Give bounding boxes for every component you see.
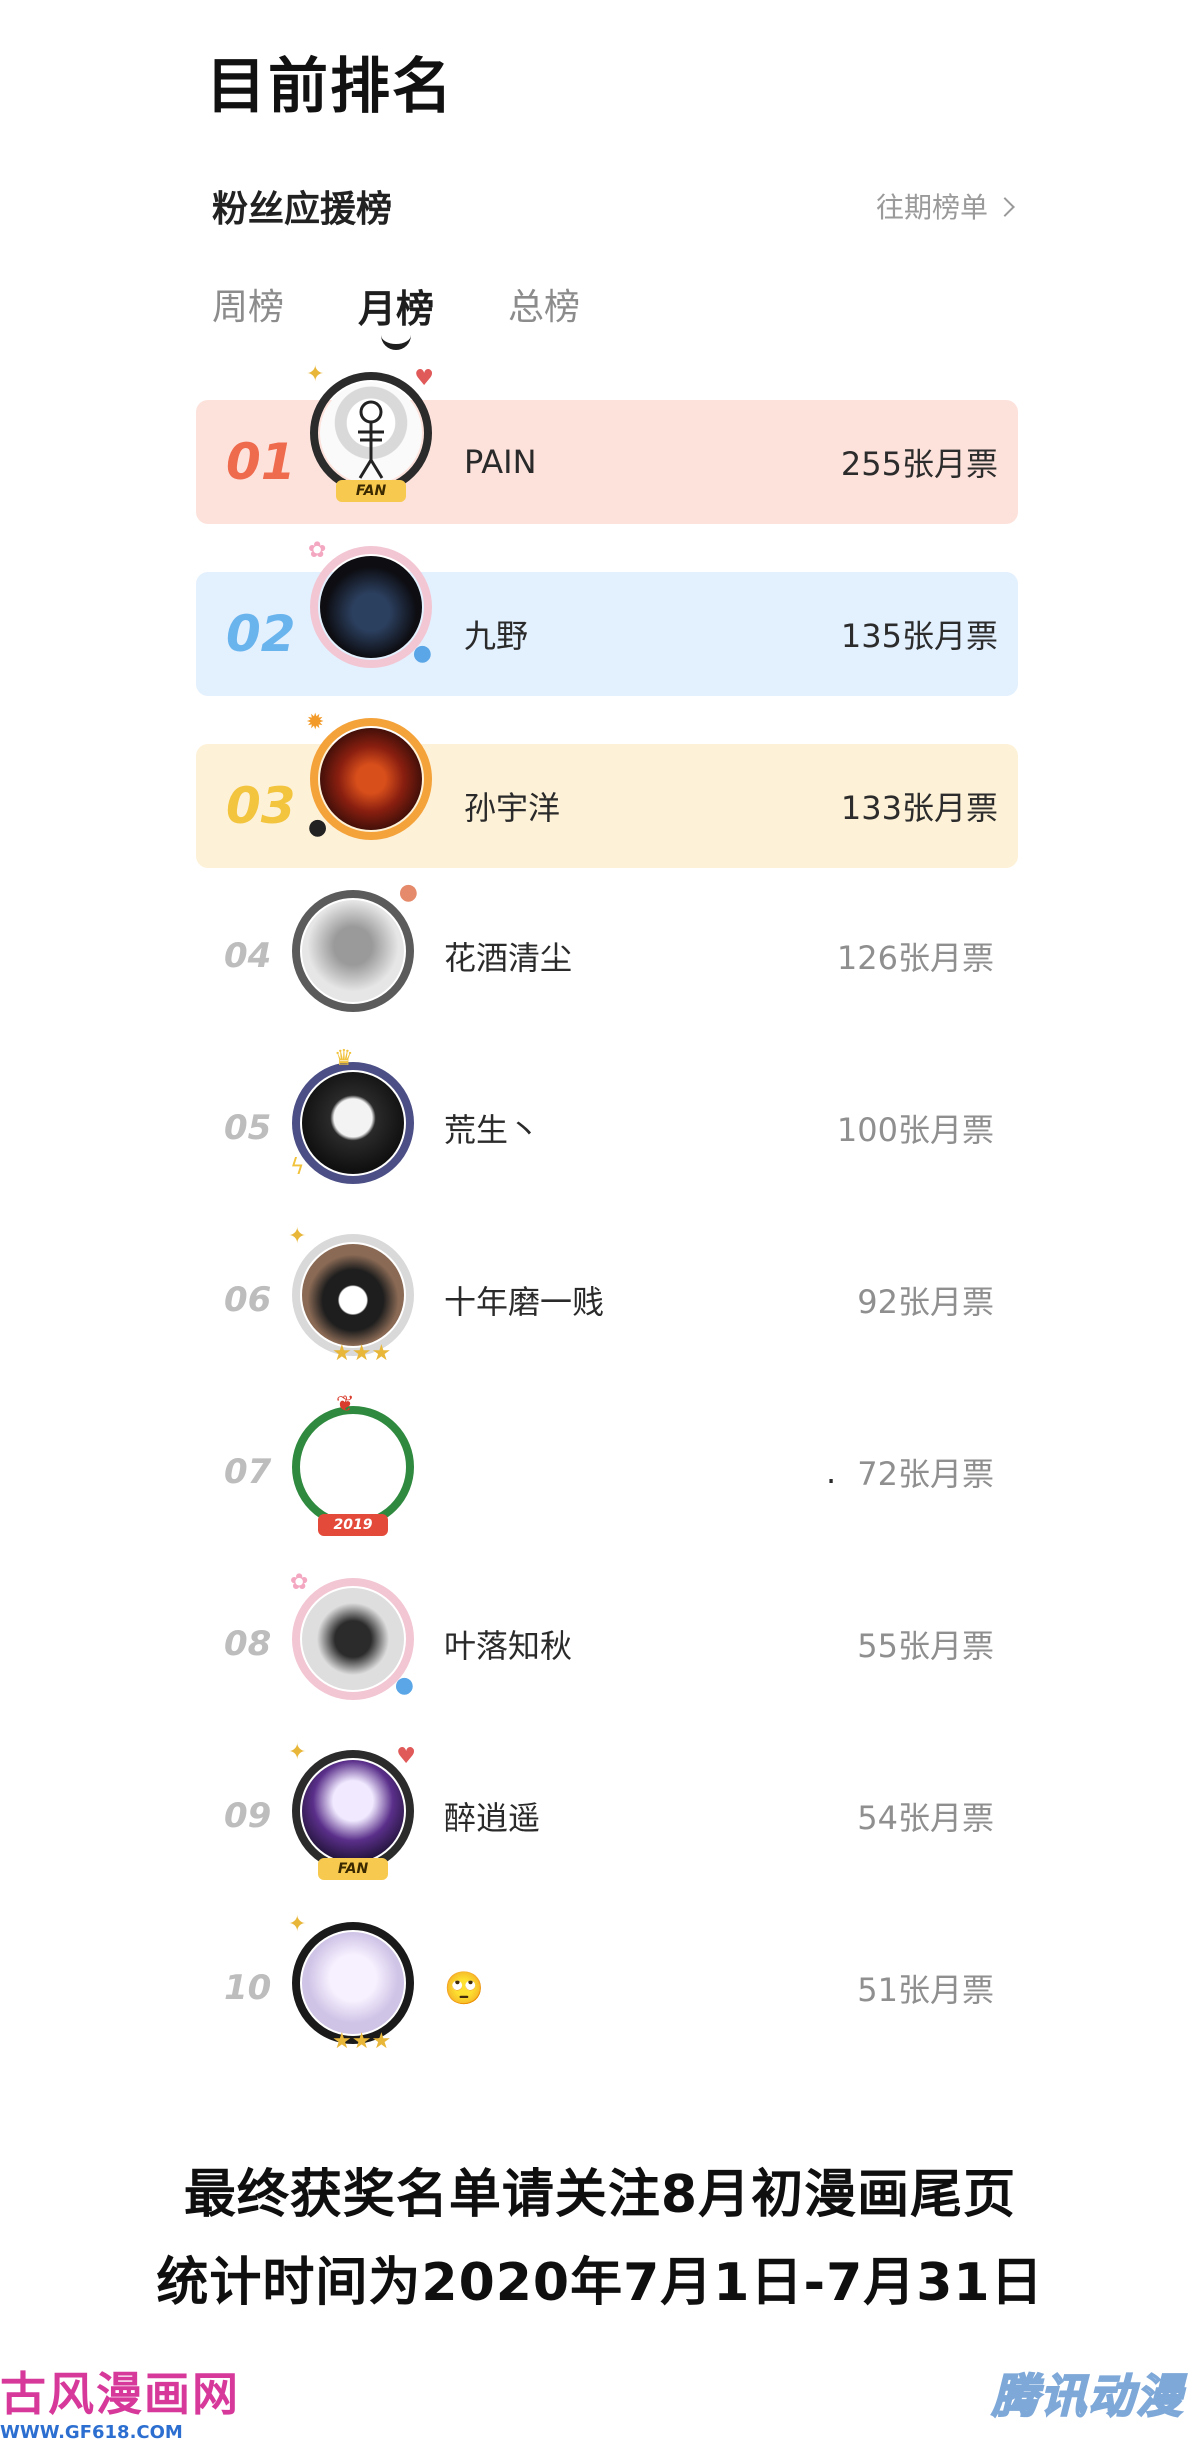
lightning-icon: ϟ: [290, 1155, 305, 1180]
heart-icon: ♥: [396, 1744, 416, 1769]
avatar[interactable]: ✿ ●: [306, 538, 436, 672]
rank-row-7[interactable]: 07 2019 ❦ . 72张月票: [196, 1392, 1018, 1536]
fan-badge: FAN: [318, 1858, 388, 1880]
watermark-right: 腾讯动漫: [991, 2368, 1184, 2424]
vote-count: 55张月票: [857, 1627, 994, 1665]
year-badge: 2019: [318, 1514, 388, 1536]
user-name[interactable]: 荒生丶: [444, 1105, 540, 1151]
rank-number: 07: [224, 1452, 272, 1492]
active-tab-indicator: [381, 330, 412, 350]
history-board-label: 往期榜单: [875, 191, 988, 224]
fan-badge: FAN: [336, 480, 406, 502]
avatar[interactable]: ✦ ★★★: [288, 1224, 418, 1366]
user-name[interactable]: 叶落知秋: [444, 1621, 572, 1667]
rank-row-4[interactable]: 04 ● 花酒清尘 126张月票: [196, 880, 1018, 1018]
user-name[interactable]: 花酒清尘: [444, 933, 572, 979]
star-icon: ✦: [288, 1740, 307, 1765]
rank-row-3[interactable]: 03 ✹ ● 孙宇洋 133张月票: [196, 710, 1018, 868]
tab-monthly[interactable]: 月榜: [358, 278, 435, 350]
avatar[interactable]: ✹ ●: [306, 710, 436, 844]
penguin-frame: [292, 1922, 414, 2044]
user-name[interactable]: 九野: [464, 611, 528, 657]
stars-icon: ★★★: [332, 2029, 392, 2054]
user-name[interactable]: PAIN: [464, 443, 537, 481]
avatar[interactable]: 2019 ❦: [288, 1392, 418, 1536]
vote-count: 72张月票: [857, 1455, 994, 1493]
avatar[interactable]: ✦ ★★★: [288, 1912, 418, 2054]
rank-number: 08: [224, 1624, 272, 1664]
footer-notice: 最终获奖名单请关注8月初漫画尾页: [183, 2165, 1017, 2225]
rank-number: 01: [226, 433, 296, 491]
rank-number: 05: [224, 1108, 272, 1148]
watermark-left: 古风漫画网 WWW.GF618.COM: [0, 2358, 240, 2443]
rank-row-9[interactable]: 09 FAN ✦ ♥ 醉逍遥 54张月票: [196, 1740, 1018, 1880]
avatar[interactable]: ✿ ●: [288, 1570, 418, 1704]
vote-count: 92张月票: [857, 1283, 994, 1321]
chevron-right-icon: [995, 197, 1015, 217]
rank-row-10[interactable]: 10 ✦ ★★★ 🙄 51张月票: [196, 1912, 1018, 2054]
footer-period: 统计时间为2020年7月1日-7月31日: [156, 2253, 1044, 2313]
vote-count: 54张月票: [857, 1799, 994, 1837]
page-title: 目前排名: [206, 52, 454, 122]
history-board-link[interactable]: 往期榜单: [875, 186, 1015, 226]
wreath-frame: [292, 1406, 414, 1528]
vote-count: 126张月票: [836, 939, 994, 977]
avatar-frame: [292, 890, 414, 1012]
user-name[interactable]: 十年磨一贱: [444, 1277, 604, 1323]
tab-bar: 周榜 月榜 总榜: [212, 278, 580, 350]
vote-count: 135张月票: [840, 617, 998, 655]
stars-icon: ★★★: [332, 1341, 392, 1366]
tab-total[interactable]: 总榜: [508, 278, 580, 333]
tab-monthly-label: 月榜: [358, 287, 435, 331]
star-icon: ✦: [306, 362, 325, 387]
vote-count: 133张月票: [840, 789, 998, 827]
rank-number: 06: [224, 1280, 272, 1320]
rank-number: 04: [224, 936, 272, 976]
crown-icon: ♛: [334, 1046, 354, 1071]
rank-row-1[interactable]: 01 FAN ✦ ♥ PAIN 255张月票: [196, 362, 1018, 524]
vote-count: 255张月票: [840, 445, 998, 483]
penguin-icon: ●: [394, 1673, 414, 1698]
blossom-icon: ✿: [290, 1570, 309, 1595]
user-name[interactable]: 孙宇洋: [464, 783, 560, 829]
board-title: 粉丝应援榜: [212, 189, 393, 230]
flame-icon: ✹: [306, 710, 325, 735]
avatar[interactable]: ●: [288, 880, 418, 1016]
star-icon: ✦: [288, 1224, 307, 1249]
rank-number: 10: [224, 1968, 272, 2008]
penguin-icon: ●: [308, 815, 328, 840]
avatar[interactable]: ♛ ϟ: [288, 1046, 418, 1188]
rank-number: 03: [226, 777, 296, 835]
rank-number: 02: [226, 605, 296, 663]
heart-icon: ♥: [414, 366, 434, 391]
rank-row-8[interactable]: 08 ✿ ● 叶落知秋 55张月票: [196, 1570, 1018, 1706]
avatar[interactable]: FAN ✦ ♥: [288, 1740, 418, 1880]
watermark-title: 古风漫画网: [0, 2367, 240, 2421]
vote-count: 51张月票: [857, 1971, 994, 2009]
avatar[interactable]: FAN ✦ ♥: [306, 362, 436, 502]
user-name[interactable]: .: [826, 1453, 836, 1491]
rank-row-5[interactable]: 05 ♛ ϟ 荒生丶 100张月票: [196, 1046, 1018, 1190]
rank-row-6[interactable]: 06 ✦ ★★★ 十年磨一贱 92张月票: [196, 1224, 1018, 1366]
user-name[interactable]: 🙄: [444, 1969, 484, 2007]
user-name[interactable]: 醉逍遥: [444, 1793, 540, 1839]
avatar-frame: [310, 718, 432, 840]
vote-count: 100张月票: [836, 1111, 994, 1149]
star-icon: ✦: [288, 1912, 307, 1937]
pig-icon: ●: [398, 880, 418, 905]
watermark-url: WWW.GF618.COM: [0, 2422, 183, 2443]
rank-number: 09: [224, 1796, 272, 1836]
avatar-frame: [292, 1062, 414, 1184]
penguin-icon: ●: [412, 641, 432, 666]
rank-row-2[interactable]: 02 ✿ ● 九野 135张月票: [196, 538, 1018, 696]
blossom-icon: ✿: [308, 538, 327, 563]
avatar-frame: [292, 1234, 414, 1356]
bow-icon: ❦: [336, 1392, 355, 1417]
tab-weekly[interactable]: 周榜: [212, 278, 284, 333]
